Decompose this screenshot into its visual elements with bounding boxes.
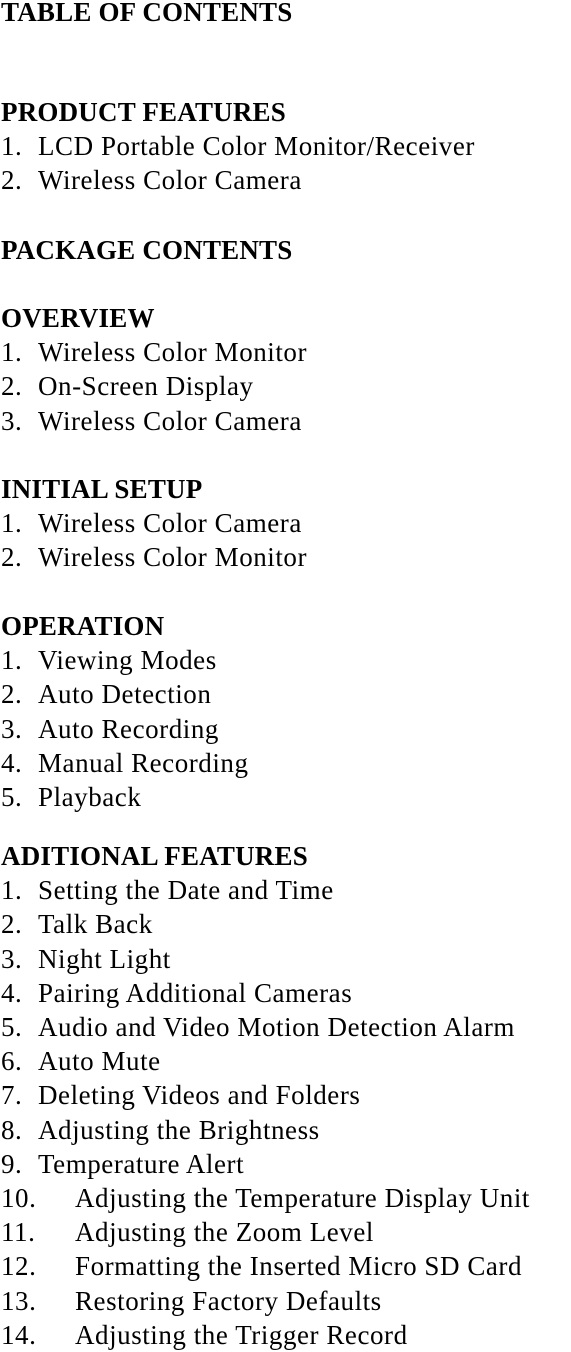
toc-entry-label: Viewing Modes <box>38 645 217 676</box>
toc-entry-number: 8. <box>1 1114 23 1145</box>
toc-entry-label: Formatting the Inserted Micro SD Card <box>75 1251 523 1282</box>
toc-entry-label: Auto Mute <box>38 1046 161 1077</box>
toc-entry-number: 9. <box>1 1148 23 1179</box>
toc-entry-label: Wireless Color Monitor <box>38 337 307 368</box>
toc-entry-label: Wireless Color Monitor <box>38 542 307 573</box>
toc-entry-label: Talk Back <box>38 909 153 940</box>
toc-entry-number: 6. <box>1 1046 23 1077</box>
toc-entry-number: 2. <box>1 679 23 710</box>
toc-entry-number: 4. <box>1 747 23 778</box>
toc-entry-label: Setting the Date and Time <box>38 875 334 906</box>
toc-entry-label: Adjusting the Zoom Level <box>75 1217 374 1248</box>
toc-entry-label: Pairing Additional Cameras <box>38 977 353 1008</box>
toc-entry-number: 12. <box>1 1251 37 1282</box>
toc-title: TABLE OF CONTENTS <box>1 0 293 27</box>
toc-entry-number: 14. <box>1 1319 37 1350</box>
section-heading: ADITIONAL FEATURES <box>1 841 308 871</box>
toc-entry-number: 2. <box>1 371 23 402</box>
toc-entry-number: 1. <box>1 131 23 162</box>
toc-entry-number: 2. <box>1 909 23 940</box>
toc-entry-label: Deleting Videos and Folders <box>38 1080 361 1111</box>
toc-entry-label: Night Light <box>38 943 171 974</box>
toc-entry-label: Wireless Color Camera <box>38 405 302 436</box>
toc-entry-number: 3. <box>1 943 23 974</box>
toc-entry-number: 3. <box>1 713 23 744</box>
toc-entry-label: Auto Recording <box>38 713 219 744</box>
section-heading: PRODUCT FEATURES <box>1 97 286 127</box>
section-heading: OPERATION <box>1 611 165 641</box>
toc-entry-label: Adjusting the Temperature Display Unit <box>75 1183 530 1213</box>
section-heading: OVERVIEW <box>1 303 155 333</box>
toc-entry-number: 13. <box>1 1285 37 1316</box>
toc-entry-number: 7. <box>1 1080 23 1111</box>
toc-entry-label: Playback <box>38 782 142 812</box>
toc-entry-label: Wireless Color Camera <box>38 165 302 196</box>
toc-entry-label: Adjusting the Brightness <box>38 1114 320 1145</box>
toc-entry-label: Manual Recording <box>38 747 249 778</box>
toc-entry-number: 5. <box>1 1012 23 1042</box>
toc-entry-number: 2. <box>1 542 23 573</box>
toc-entry-number: 4. <box>1 977 23 1008</box>
toc-entry-number: 1. <box>1 337 23 368</box>
toc-entry-label: Auto Detection <box>38 679 212 710</box>
toc-entry-label: Adjusting the Trigger Record <box>75 1319 408 1350</box>
section-heading: INITIAL SETUP <box>1 474 203 504</box>
toc-entry-number: 1. <box>1 645 23 676</box>
toc-entry-number: 2. <box>1 165 23 196</box>
toc-entry-number: 1. <box>1 508 23 539</box>
section-heading: PACKAGE CONTENTS <box>1 235 293 265</box>
toc-entry-label: Wireless Color Camera <box>38 508 302 539</box>
toc-entry-label: Restoring Factory Defaults <box>75 1285 382 1316</box>
toc-entry-number: 1. <box>1 875 23 906</box>
toc-entry-label: Audio and Video Motion Detection Alarm <box>38 1012 515 1042</box>
toc-entry-number: 10. <box>1 1183 37 1213</box>
toc-entry-number: 3. <box>1 405 23 436</box>
toc-entry-number: 11. <box>1 1217 36 1248</box>
toc-entry-label: On-Screen Display <box>38 371 254 402</box>
toc-entry-label: LCD Portable Color Monitor/Receiver <box>38 131 475 162</box>
toc-entry-number: 5. <box>1 782 23 812</box>
toc-entry-label: Temperature Alert <box>38 1148 245 1179</box>
